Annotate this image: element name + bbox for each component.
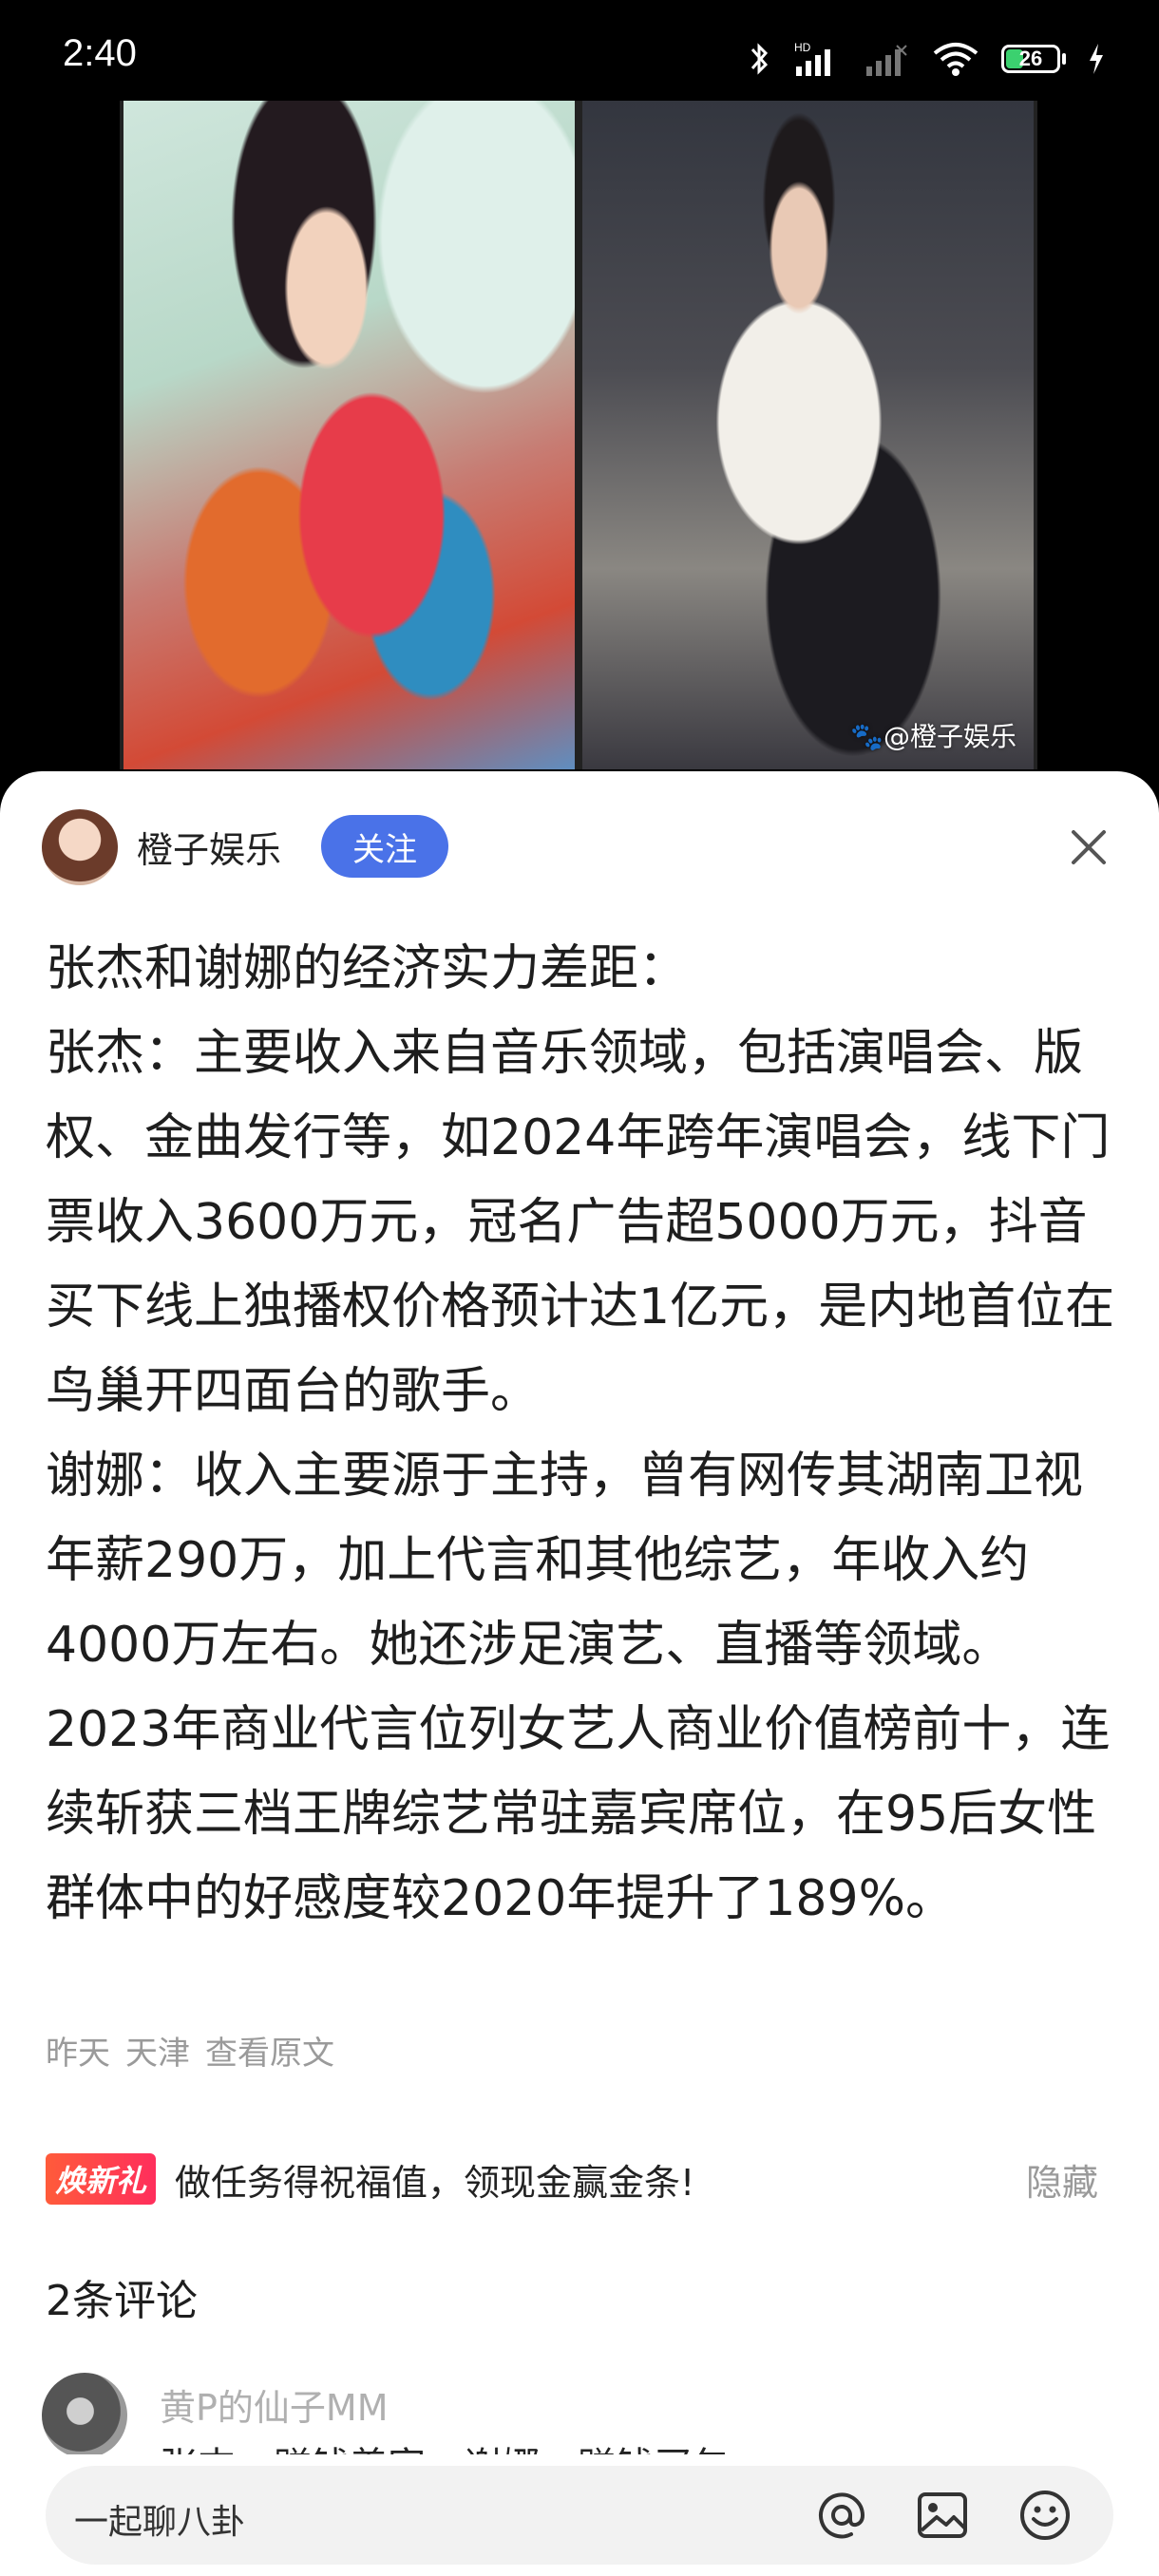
article-paragraph: 谢娜：收入主要源于主持，曾有网传其湖南卫视年薪290万，加上代言和其他综艺，年收… (46, 1448, 1111, 1927)
close-icon[interactable] (1060, 819, 1117, 876)
author-avatar[interactable] (42, 809, 118, 885)
charging-icon (1090, 44, 1103, 74)
author-row: 橙子娱乐 关注 (42, 809, 1117, 885)
image-icon[interactable] (914, 2487, 971, 2544)
comment-username[interactable]: 黄P的仙子MM (160, 2378, 389, 2431)
emoji-icon[interactable] (1016, 2487, 1074, 2544)
post-date: 昨天 (46, 2035, 110, 2073)
battery-level: 26 (1018, 47, 1043, 70)
article-image[interactable]: 🐾@橙子娱乐 (120, 101, 1037, 769)
promo-text[interactable]: 做任务得祝福值，领现金赢金条! (175, 2153, 694, 2206)
promo-badge: 焕新礼 (46, 2153, 157, 2205)
comments-title: 2条评论 (46, 2277, 198, 2325)
comment-avatar[interactable] (42, 2373, 127, 2458)
article-paragraph: 张杰和谢娜的经济实力差距： (46, 940, 689, 997)
bluetooth-icon (750, 43, 769, 75)
status-time: 2:40 (63, 32, 137, 74)
status-icons: HD 26 (749, 38, 1106, 80)
mention-icon[interactable] (813, 2487, 870, 2544)
photo-right: 🐾@橙子娱乐 (582, 101, 1034, 769)
status-bar: 2:40 HD 26 (0, 0, 1159, 104)
article-body: 张杰和谢娜的经济实力差距： 张杰：主要收入来自音乐领域，包括演唱会、版权、金曲发… (46, 927, 1119, 1941)
comment-input-bar: 一起聊八卦 (0, 2454, 1159, 2576)
comment-input-placeholder: 一起聊八卦 (74, 2503, 246, 2542)
promo-hide-button[interactable]: 隐藏 (1026, 2153, 1098, 2206)
photo-left (124, 101, 575, 769)
view-original-link[interactable]: 查看原文 (205, 2027, 334, 2074)
article-paragraph: 张杰：主要收入来自音乐领域，包括演唱会、版权、金曲发行等，如2024年跨年演唱会… (46, 1025, 1115, 1420)
battery-indicator: 26 (1001, 45, 1066, 73)
comment-input[interactable]: 一起聊八卦 (46, 2466, 1113, 2565)
wifi-icon (933, 43, 978, 76)
image-watermark: 🐾@橙子娱乐 (850, 721, 1016, 752)
post-meta: 昨天 天津 查看原文 (46, 2027, 334, 2074)
author-name[interactable]: 橙子娱乐 (137, 821, 281, 873)
post-location: 天津 (125, 2035, 190, 2073)
cellular-signal-icon: HD (794, 41, 830, 76)
promo-banner[interactable]: 焕新礼 做任务得祝福值，领现金赢金条! 隐藏 (46, 2152, 1098, 2206)
svg-text:HD: HD (794, 41, 811, 54)
follow-button[interactable]: 关注 (321, 815, 448, 878)
post-sheet: 橙子娱乐 关注 张杰和谢娜的经济实力差距： 张杰：主要收入来自音乐领域，包括演唱… (0, 771, 1159, 2576)
cellular-signal-2-icon (866, 45, 907, 76)
